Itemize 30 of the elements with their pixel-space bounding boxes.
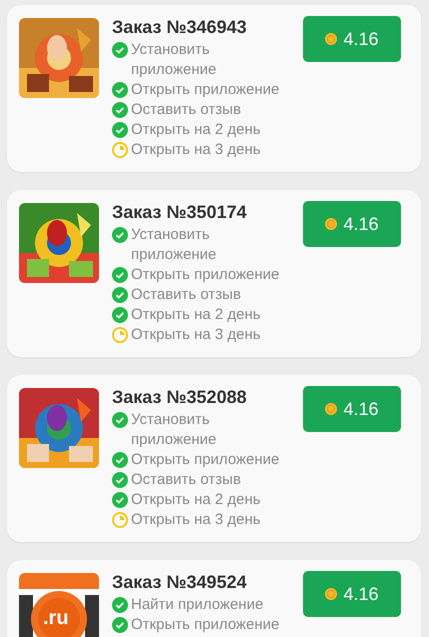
step-label: Открыть приложение (131, 615, 280, 635)
step-label: Установить приложение (131, 410, 218, 450)
step-label: Оставить отзыв (131, 470, 241, 490)
order-title: Заказ №352088 (112, 386, 248, 408)
order-card[interactable]: Заказ №350174 Установить приложение Открыть приложение Оставить отзыв Открыть на 2 день Открыть на 3 день 4.16 (7, 190, 421, 357)
step-label: Установить приложение (131, 40, 218, 80)
order-title: Заказ №349524 (112, 571, 248, 593)
step-label: Открыть приложение (131, 450, 280, 470)
order-title: Заказ №346943 (112, 16, 248, 38)
coin-icon (325, 33, 338, 45)
step-label: Открыть на 3 день (131, 140, 261, 160)
order-card[interactable]: .ru Заказ №349524 Найти приложение Открыть приложение 4.16 (7, 560, 421, 637)
logo-text: .ru (43, 607, 69, 629)
step-label: Найти приложение (131, 595, 264, 615)
coin-icon (325, 403, 338, 415)
order-title: Заказ №350174 (112, 201, 248, 223)
step-label: Открыть на 2 день (131, 490, 261, 510)
step-label: Оставить отзыв (131, 285, 241, 305)
step-label: Открыть приложение (131, 265, 280, 285)
coin-icon (325, 218, 338, 230)
order-card[interactable]: Заказ №352088 Установить приложение Открыть приложение Оставить отзыв Открыть на 2 день Открыть на 3 день 4.16 (7, 375, 421, 542)
step-label: Открыть на 3 день (131, 325, 261, 345)
step-label: Открыть приложение (131, 80, 280, 100)
step-label: Открыть на 2 день (131, 120, 261, 140)
step-label: Открыть на 3 день (131, 510, 261, 530)
step-label: Установить приложение (131, 225, 218, 265)
order-card[interactable]: Заказ №346943 Установить приложение Открыть приложение Оставить отзыв Открыть на 2 день Открыть на 3 день 4.16 (7, 5, 421, 172)
step-label: Оставить отзыв (131, 100, 241, 120)
step-label: Открыть на 2 день (131, 305, 261, 325)
coin-icon (325, 588, 338, 600)
